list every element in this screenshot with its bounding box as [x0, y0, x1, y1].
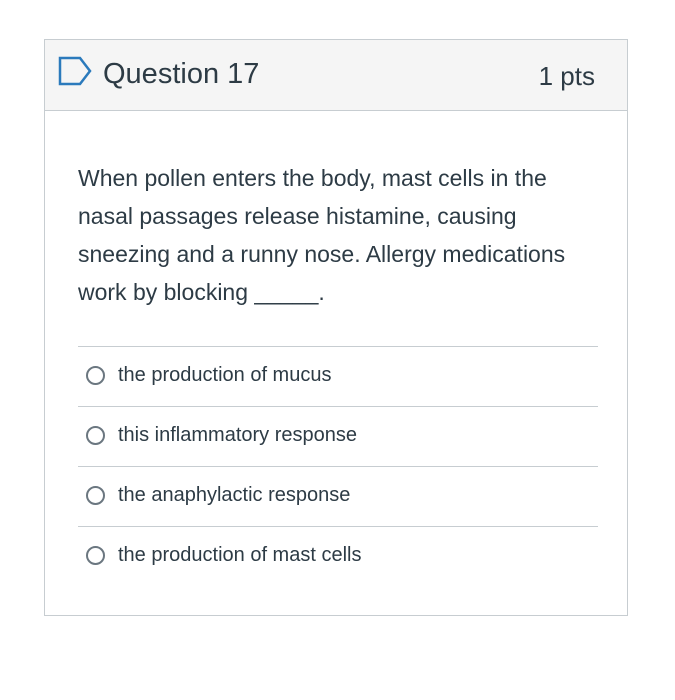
radio-button[interactable]: [86, 366, 105, 385]
answer-option[interactable]: the production of mast cells: [78, 527, 598, 586]
answer-list: the production of mucus this inflammator…: [78, 346, 598, 586]
answer-label[interactable]: the production of mast cells: [118, 543, 361, 567]
question-header: Question 17 1 pts: [45, 40, 627, 111]
answer-label[interactable]: this inflammatory response: [118, 423, 357, 447]
answer-option[interactable]: this inflammatory response: [78, 407, 598, 467]
question-title: Question 17: [103, 58, 260, 90]
radio-button[interactable]: [86, 426, 105, 445]
radio-button[interactable]: [86, 546, 105, 565]
flag-icon[interactable]: [58, 56, 92, 86]
question-points: 1 pts: [538, 61, 595, 91]
answer-option[interactable]: the production of mucus: [78, 347, 598, 407]
radio-button[interactable]: [86, 486, 105, 505]
question-card: Question 17 1 pts When pollen enters the…: [44, 39, 628, 616]
answer-label[interactable]: the anaphylactic response: [118, 483, 350, 507]
question-text: When pollen enters the body, mast cells …: [78, 165, 566, 305]
answer-label[interactable]: the production of mucus: [118, 363, 331, 387]
answer-option[interactable]: the anaphylactic response: [78, 467, 598, 527]
